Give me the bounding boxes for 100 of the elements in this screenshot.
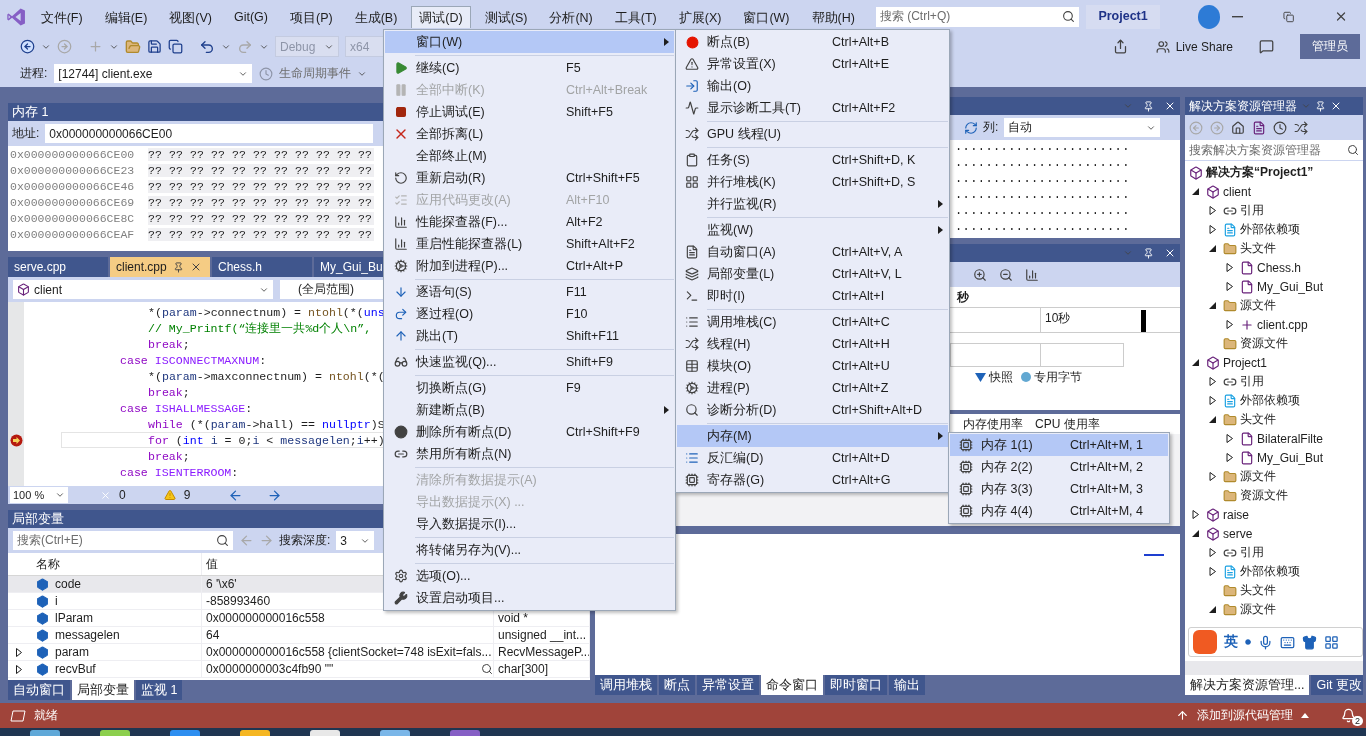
- tree-item[interactable]: 外部依赖项: [1185, 391, 1363, 410]
- menu-item[interactable]: 禁用所有断点(N): [385, 443, 674, 465]
- tree-item[interactable]: 资源文件: [1185, 486, 1363, 505]
- menu-item[interactable]: 并行监视(R): [677, 193, 948, 215]
- panel-tab[interactable]: Git 更改: [1311, 675, 1363, 695]
- menu-item[interactable]: 导入数据提示(I)...: [385, 513, 674, 535]
- menu-item[interactable]: 调用堆栈(C) Ctrl+Alt+C: [677, 311, 948, 333]
- menu-title[interactable]: 视图(V): [161, 5, 220, 28]
- collapsed-arrow-icon[interactable]: [1226, 320, 1234, 329]
- tree-item[interactable]: 外部依赖项: [1185, 562, 1363, 581]
- collapsed-arrow-icon[interactable]: [1192, 510, 1200, 519]
- menu-item[interactable]: 设置启动项目...: [385, 587, 674, 609]
- menu-title[interactable]: Git(G): [226, 5, 276, 28]
- warning-count[interactable]: 9: [183, 488, 191, 502]
- menu-item[interactable]: 内存(M): [677, 425, 948, 447]
- search-field[interactable]: 搜索(Ctrl+E): [12, 530, 234, 551]
- menu-item[interactable]: 快速监视(Q)... Shift+F9: [385, 351, 674, 373]
- tree-item[interactable]: 引用: [1185, 372, 1363, 391]
- project-dropdown[interactable]: client: [12, 279, 274, 300]
- diagnostics-tab[interactable]: CPU 使用率: [1035, 415, 1100, 433]
- panel-tab[interactable]: 监视 1: [136, 680, 183, 700]
- collapsed-arrow-icon[interactable]: [1226, 263, 1234, 272]
- collapsed-arrow-icon[interactable]: [1226, 453, 1234, 462]
- menu-item[interactable]: 输出(O): [677, 75, 948, 97]
- tree-item[interactable]: Chess.h: [1185, 258, 1363, 277]
- panel-tab[interactable]: 命令窗口: [761, 675, 823, 695]
- menu-item[interactable]: 逐语句(S) F11: [385, 281, 674, 303]
- menu-item[interactable]: 全部终止(M): [385, 145, 674, 167]
- tree-item[interactable]: 头文件: [1185, 239, 1363, 258]
- source-control-button[interactable]: 添加到源代码管理: [1197, 707, 1293, 724]
- menu-item[interactable]: 性能探查器(F)... Alt+F2: [385, 211, 674, 233]
- diagnostics-tab[interactable]: 内存使用率: [963, 415, 1023, 433]
- search-field[interactable]: 搜索 (Ctrl+Q): [874, 5, 1081, 28]
- menu-item[interactable]: 重新启动(R) Ctrl+Shift+F5: [385, 167, 674, 189]
- tree-item[interactable]: raise: [1185, 505, 1363, 524]
- menu-item[interactable]: 显示诊断工具(T) Ctrl+Alt+F2: [677, 97, 948, 119]
- menu-title[interactable]: 窗口(W): [735, 5, 798, 28]
- collapsed-arrow-icon[interactable]: [16, 647, 24, 657]
- lifecycle-label[interactable]: 生命周期事件: [279, 65, 352, 82]
- menu-item[interactable]: 即时(I) Ctrl+Alt+I: [677, 285, 948, 307]
- menu-title[interactable]: 编辑(E): [96, 5, 156, 28]
- tree-item[interactable]: My_Gui_But: [1185, 277, 1363, 296]
- collapsed-arrow-icon[interactable]: [1209, 206, 1217, 215]
- collapsed-arrow-icon[interactable]: [1209, 225, 1217, 234]
- menu-item[interactable]: 任务(S) Ctrl+Shift+D, K: [677, 149, 948, 171]
- collapsed-arrow-icon[interactable]: [1226, 282, 1234, 291]
- tree-item[interactable]: My_Gui_But: [1185, 448, 1363, 467]
- menu-item[interactable]: 继续(C) F5: [385, 57, 674, 79]
- menu-item[interactable]: 逐过程(O) F10: [385, 303, 674, 325]
- search-field[interactable]: 搜索解决方案资源管理器: [1185, 140, 1363, 161]
- menu-item[interactable]: 线程(H) Ctrl+Alt+H: [677, 333, 948, 355]
- tree-item[interactable]: 引用: [1185, 543, 1363, 562]
- menu-title[interactable]: 项目(P): [282, 5, 341, 28]
- tree-item[interactable]: serve: [1185, 524, 1363, 543]
- menu-item[interactable]: 内存 1(1) Ctrl+Alt+M, 1: [950, 434, 1168, 456]
- menu-title[interactable]: 调试(D): [411, 5, 471, 28]
- tree-item[interactable]: client: [1185, 182, 1363, 201]
- menu-item[interactable]: 寄存器(G) Ctrl+Alt+G: [677, 469, 948, 491]
- tree-item[interactable]: 引用: [1185, 201, 1363, 220]
- panel-tab[interactable]: 输出: [889, 675, 925, 695]
- collapsed-arrow-icon[interactable]: [1209, 472, 1217, 481]
- menu-title[interactable]: 帮助(H): [803, 5, 863, 28]
- tree-item[interactable]: 源文件: [1185, 600, 1363, 619]
- menu-item[interactable]: 异常设置(X) Ctrl+Alt+E: [677, 53, 948, 75]
- menu-item[interactable]: 全部拆离(L): [385, 123, 674, 145]
- collapsed-arrow-icon[interactable]: [1209, 567, 1217, 576]
- menu-item[interactable]: 并行堆栈(K) Ctrl+Shift+D, S: [677, 171, 948, 193]
- collapsed-arrow-icon[interactable]: [1209, 377, 1217, 386]
- panel-tab[interactable]: 断点: [659, 675, 695, 695]
- menu-item[interactable]: 跳出(T) Shift+F11: [385, 325, 674, 347]
- process-dropdown[interactable]: [12744] client.exe: [53, 63, 254, 84]
- menu-item[interactable]: 断点(B) Ctrl+Alt+B: [677, 31, 948, 53]
- menu-item[interactable]: GPU 线程(U): [677, 123, 948, 145]
- panel-tab[interactable]: 解决方案资源管理...: [1185, 675, 1310, 695]
- menu-item[interactable]: 删除所有断点(D) Ctrl+Shift+F9: [385, 421, 674, 443]
- expanded-arrow-icon[interactable]: [1209, 415, 1217, 424]
- menu-title[interactable]: 文件(F): [32, 5, 91, 28]
- panel-tab[interactable]: 自动窗口: [8, 680, 70, 700]
- tree-item[interactable]: 外部依赖项: [1185, 220, 1363, 239]
- collapsed-arrow-icon[interactable]: [16, 664, 24, 674]
- collapsed-arrow-icon[interactable]: [1209, 396, 1217, 405]
- menu-item[interactable]: 内存 3(3) Ctrl+Alt+M, 3: [950, 478, 1168, 500]
- tree-item[interactable]: Project1: [1185, 353, 1363, 372]
- column-header[interactable]: 名称: [32, 553, 202, 575]
- menu-title[interactable]: 分析(N): [541, 5, 601, 28]
- tree-item[interactable]: 源文件: [1185, 467, 1363, 486]
- menu-item[interactable]: 切换断点(G) F9: [385, 377, 674, 399]
- document-tab[interactable]: serve.cpp: [8, 257, 108, 277]
- live-share-label[interactable]: Live Share: [1175, 39, 1233, 54]
- tree-item[interactable]: 头文件: [1185, 410, 1363, 429]
- tree-item[interactable]: 源文件: [1185, 296, 1363, 315]
- menu-title[interactable]: 测试(S): [476, 5, 536, 28]
- menu-item[interactable]: 新建断点(B): [385, 399, 674, 421]
- scrollbar[interactable]: [1185, 661, 1363, 675]
- expanded-arrow-icon[interactable]: [1192, 529, 1200, 538]
- columns-dropdown[interactable]: 自动: [1003, 117, 1162, 138]
- menu-item[interactable]: 停止调试(E) Shift+F5: [385, 101, 674, 123]
- address-field[interactable]: 0x000000000066CE00: [44, 123, 375, 144]
- tree-item[interactable]: 头文件: [1185, 581, 1363, 600]
- zoom-dropdown[interactable]: 100 %: [10, 487, 68, 503]
